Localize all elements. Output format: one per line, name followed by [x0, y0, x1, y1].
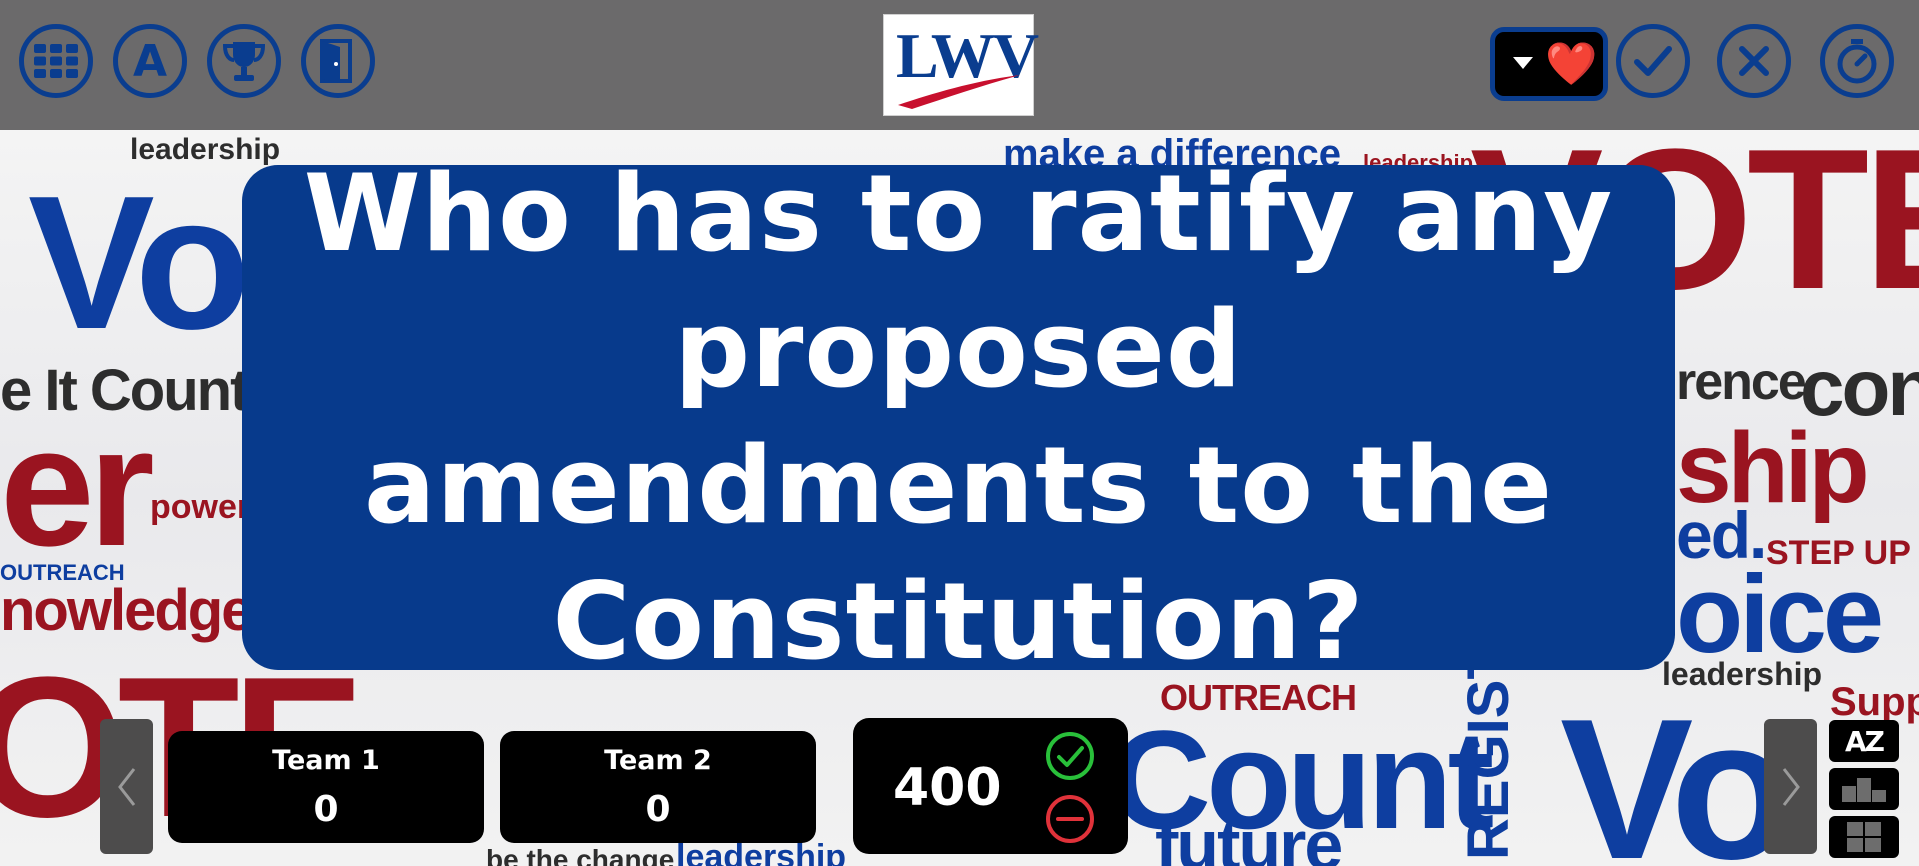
chevron-right-icon — [1782, 767, 1800, 806]
podium-icon — [1842, 778, 1886, 802]
previous-button[interactable] — [100, 719, 153, 854]
close-icon — [1739, 46, 1769, 76]
team-score-card[interactable]: Team 1 0 — [168, 731, 484, 843]
next-button[interactable] — [1764, 719, 1817, 854]
team-score-card[interactable]: Team 2 0 — [500, 731, 816, 843]
top-toolbar: A LWV ❤️ — [0, 0, 1919, 130]
sort-az-icon: AZ — [1845, 724, 1885, 758]
grid-icon — [34, 44, 78, 78]
team-selector-dropdown[interactable]: ❤️ — [1490, 27, 1608, 101]
points-panel: 400 — [853, 718, 1128, 854]
sort-az-button[interactable]: AZ — [1829, 720, 1899, 762]
exit-door-icon — [320, 39, 352, 83]
team-name: Team 2 — [604, 745, 712, 776]
logo-swoosh — [898, 75, 1020, 109]
podium-button[interactable] — [1829, 768, 1899, 810]
award-points-button[interactable] — [1044, 730, 1096, 782]
heart-icon: ❤️ — [1545, 39, 1598, 88]
collage-word: leadership — [676, 838, 847, 866]
collage-word: Suppo — [1830, 680, 1919, 724]
collage-word: Vo — [1560, 678, 1793, 866]
board-grid-button[interactable] — [19, 24, 93, 98]
team-score: 0 — [645, 789, 671, 830]
caret-down-icon — [1513, 57, 1533, 69]
trophy-icon — [222, 42, 266, 81]
scoreboard-button[interactable] — [207, 24, 281, 98]
collage-word: nowledge — [0, 578, 253, 643]
answer-button[interactable]: A — [113, 24, 187, 98]
letter-a-icon: A — [132, 35, 168, 87]
chevron-left-icon — [117, 767, 135, 806]
correct-button[interactable] — [1616, 24, 1690, 98]
collage-word: er — [0, 392, 155, 582]
deduct-points-button[interactable] — [1044, 793, 1096, 845]
timer-icon — [1837, 39, 1877, 84]
question-text: Who has to ratify any proposed amendment… — [303, 151, 1614, 683]
check-icon — [1634, 46, 1672, 76]
incorrect-button[interactable] — [1717, 24, 1791, 98]
collage-word: rence — [1676, 353, 1807, 411]
points-value: 400 — [893, 758, 1002, 818]
exit-button[interactable] — [301, 24, 375, 98]
collage-word: Vo — [28, 157, 251, 369]
collage-word: future — [1155, 806, 1343, 866]
grid-icon — [1847, 822, 1881, 852]
question-card: Who has to ratify any proposed amendment… — [242, 152, 1675, 683]
collage-word: be the change — [486, 844, 675, 866]
lwv-logo: LWV — [883, 14, 1039, 116]
board-layout-button[interactable] — [1829, 816, 1899, 858]
timer-button[interactable] — [1820, 24, 1894, 98]
collage-word: power — [150, 488, 251, 526]
team-score: 0 — [313, 789, 339, 830]
collage-word: oice — [1676, 553, 1884, 676]
team-name: Team 1 — [272, 745, 380, 776]
